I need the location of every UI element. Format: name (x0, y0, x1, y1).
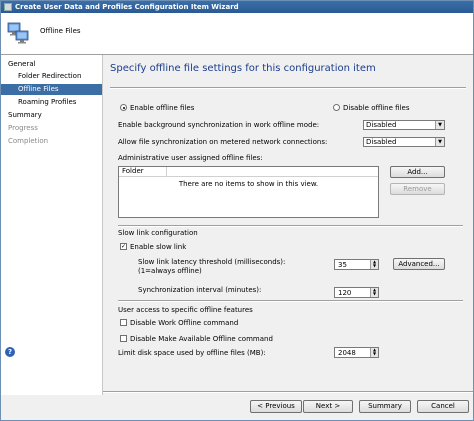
spin-down-icon[interactable]: ▼ (371, 352, 378, 356)
header-title: Offline Files (40, 27, 81, 35)
wizard-window: Create User Data and Profiles Configurat… (0, 0, 474, 421)
nav-item-summary[interactable]: Summary (1, 110, 102, 121)
page-header: Offline Files (1, 13, 473, 55)
nav-item-general[interactable]: General (1, 59, 102, 70)
enable-offline-radio[interactable] (120, 104, 127, 111)
admin-files-list[interactable]: Folder There are no items to show in thi… (118, 166, 379, 218)
folder-column-header[interactable]: Folder (119, 167, 378, 177)
admin-files-label: Administrative user assigned offline fil… (118, 154, 263, 162)
wizard-nav: General Folder Redirection Offline Files… (1, 55, 103, 395)
title-bar[interactable]: Create User Data and Profiles Configurat… (1, 1, 473, 13)
disable-offline-radio[interactable] (333, 104, 340, 111)
latency-stepper-arrows[interactable]: ▲ ▼ (370, 260, 378, 269)
metered-sync-label: Allow file synchronization on metered ne… (118, 138, 328, 146)
chevron-down-icon: ▼ (435, 121, 444, 129)
section-divider (118, 225, 463, 227)
enable-slow-link-checkbox[interactable]: ✓ (120, 243, 127, 250)
next-button[interactable]: Next > (303, 400, 353, 413)
spin-down-icon[interactable]: ▼ (371, 292, 378, 296)
disable-make-available-checkbox[interactable] (120, 335, 127, 342)
disk-space-stepper[interactable]: 2048 ▲ ▼ (334, 347, 379, 358)
chevron-down-icon: ▼ (435, 138, 444, 146)
metered-sync-select[interactable]: Disabled ▼ (363, 137, 445, 147)
access-section-label: User access to specific offline features (118, 306, 253, 314)
disk-space-label: Limit disk space used by offline files (… (118, 349, 266, 357)
bg-sync-value: Disabled (366, 121, 397, 129)
sync-interval-label: Synchronization interval (minutes): (138, 286, 262, 294)
nav-item-progress: Progress (8, 124, 38, 132)
window-title: Create User Data and Profiles Configurat… (15, 3, 239, 11)
help-icon[interactable]: ? (5, 347, 15, 357)
latency-value: 35 (338, 261, 347, 269)
spin-down-icon[interactable]: ▼ (371, 264, 378, 268)
empty-list-message: There are no items to show in this view. (178, 180, 319, 188)
latency-label: Slow link latency threshold (millisecond… (138, 258, 286, 266)
title-divider (110, 87, 466, 89)
disk-space-value: 2048 (338, 349, 356, 357)
column-separator[interactable] (166, 167, 167, 176)
add-button[interactable]: Add... (390, 166, 445, 178)
latency-sublabel: (1=always offline) (138, 267, 202, 275)
bg-sync-select[interactable]: Disabled ▼ (363, 120, 445, 130)
enable-slow-link-label: Enable slow link (130, 243, 187, 251)
nav-item-roaming-profiles[interactable]: Roaming Profiles (1, 97, 102, 108)
enable-offline-label: Enable offline files (130, 104, 195, 112)
previous-button[interactable]: < Previous (250, 400, 302, 413)
cancel-button[interactable]: Cancel (417, 400, 469, 413)
metered-sync-value: Disabled (366, 138, 397, 146)
sync-interval-stepper-arrows[interactable]: ▲ ▼ (370, 288, 378, 297)
disable-offline-label: Disable offline files (343, 104, 410, 112)
bg-sync-label: Enable background synchronization in wor… (118, 121, 320, 129)
slow-link-section-label: Slow link configuration (118, 229, 198, 237)
folder-column-label: Folder (122, 167, 144, 175)
radio-selected-dot (122, 106, 125, 109)
nav-item-folder-redirection[interactable]: Folder Redirection (1, 71, 102, 82)
disable-make-available-label: Disable Make Available Offline command (130, 335, 273, 343)
computer-icon (7, 22, 29, 44)
nav-item-offline-files[interactable]: Offline Files (1, 84, 102, 95)
footer-divider (103, 391, 473, 393)
sync-interval-value: 120 (338, 289, 352, 297)
sync-interval-stepper[interactable]: 120 ▲ ▼ (334, 287, 379, 298)
section-divider (118, 300, 463, 302)
nav-item-completion: Completion (8, 137, 49, 145)
summary-button[interactable]: Summary (359, 400, 411, 413)
remove-button: Remove (390, 183, 445, 195)
window-icon (4, 3, 12, 11)
advanced-button[interactable]: Advanced... (393, 258, 445, 270)
latency-stepper[interactable]: 35 ▲ ▼ (334, 259, 379, 270)
disable-work-offline-label: Disable Work Offline command (130, 319, 239, 327)
main-panel: Specify offline file settings for this c… (103, 55, 473, 395)
disable-work-offline-checkbox[interactable] (120, 319, 127, 326)
page-title: Specify offline file settings for this c… (110, 63, 376, 74)
disk-space-stepper-arrows[interactable]: ▲ ▼ (370, 348, 378, 357)
